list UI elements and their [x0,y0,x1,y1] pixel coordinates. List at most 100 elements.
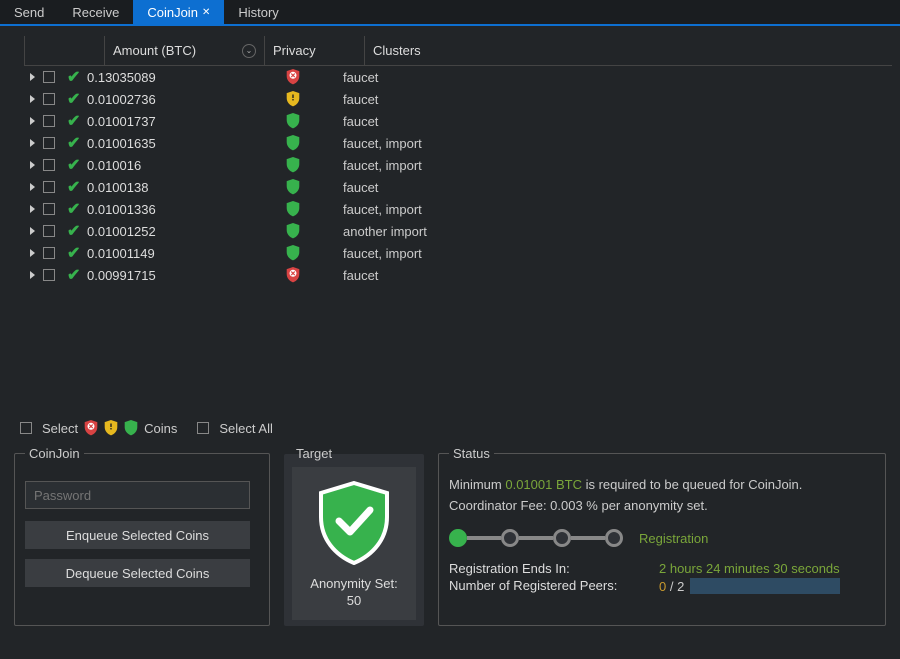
enqueue-button[interactable]: Enqueue Selected Coins [25,521,250,549]
row-checkbox[interactable] [43,203,55,215]
status-fee-line: Coordinator Fee: 0.003 % per anonymity s… [449,498,875,513]
check-icon: ✔ [67,221,87,241]
phase-dot-4 [605,529,623,547]
coinjoin-panel: CoinJoin Enqueue Selected Coins Dequeue … [14,446,270,626]
chevron-right-icon[interactable] [30,117,35,125]
chevron-right-icon[interactable] [30,95,35,103]
col-amount[interactable]: Amount (BTC) ⌄ [104,36,264,65]
row-clusters: faucet [343,92,892,107]
shield-green-icon [286,179,300,195]
shield-green-icon [286,223,300,239]
status-panel: Status Minimum 0.01001 BTC is required t… [438,446,886,626]
main-content: Amount (BTC) ⌄ Privacy Clusters ✔0.13035… [0,26,900,640]
chevron-right-icon[interactable] [30,183,35,191]
status-peers: Number of Registered Peers: 0 / 2 [449,578,875,594]
chevron-right-icon[interactable] [30,161,35,169]
row-checkbox[interactable] [43,181,55,193]
table-row[interactable]: ✔0.01002736faucet [24,88,892,110]
shield-yellow-icon[interactable] [104,420,118,436]
row-privacy [243,91,343,107]
row-clusters: faucet, import [343,158,892,173]
row-amount: 0.01001737 [87,114,243,129]
shield-red-icon [286,267,300,283]
close-icon[interactable]: ✕ [202,7,210,18]
status-ends-value: 2 hours 24 minutes 30 seconds [659,561,840,576]
table-row[interactable]: ✔0.00991715faucet [24,264,892,286]
tab-history[interactable]: History [224,0,292,24]
row-amount: 0.010016 [87,158,243,173]
row-privacy [243,267,343,283]
row-checkbox[interactable] [43,71,55,83]
check-icon: ✔ [67,67,87,87]
row-amount: 0.0100138 [87,180,243,195]
shield-green-icon [286,135,300,151]
row-clusters: faucet, import [343,246,892,261]
status-ends-label: Registration Ends In: [449,561,659,576]
row-clusters: faucet, import [343,202,892,217]
chevron-right-icon[interactable] [30,249,35,257]
table-row[interactable]: ✔0.010016 faucet, import [24,154,892,176]
shield-green-icon [286,113,300,129]
chevron-right-icon[interactable] [30,139,35,147]
filter-select-checkbox[interactable] [20,422,32,434]
shield-red-icon [286,69,300,85]
tab-coinjoin[interactable]: CoinJoin✕ [133,0,224,24]
tab-send[interactable]: Send [0,0,58,24]
row-amount: 0.01001635 [87,136,243,151]
chevron-right-icon[interactable] [30,227,35,235]
row-checkbox[interactable] [43,225,55,237]
chevron-right-icon[interactable] [30,271,35,279]
col-clusters-label: Clusters [373,43,421,58]
row-amount: 0.01001336 [87,202,243,217]
row-checkbox[interactable] [43,137,55,149]
row-clusters: faucet [343,70,892,85]
target-legend: Target [292,446,336,461]
chevron-right-icon[interactable] [30,205,35,213]
row-checkbox[interactable] [43,159,55,171]
table-row[interactable]: ✔0.01001737faucet [24,110,892,132]
table-row[interactable]: ✔0.01001149faucet, import [24,242,892,264]
row-amount: 0.00991715 [87,268,243,283]
filter-selectall-checkbox[interactable] [197,422,209,434]
row-checkbox[interactable] [43,93,55,105]
dequeue-button[interactable]: Dequeue Selected Coins [25,559,250,587]
status-peers-value: 0 / 2 [659,578,840,594]
tab-bar: Send Receive CoinJoin✕History [0,0,900,26]
phase-dot-1 [449,529,467,547]
table-row[interactable]: ✔0.01001252another import [24,220,892,242]
row-checkbox[interactable] [43,115,55,127]
check-icon: ✔ [67,155,87,175]
filter-select-label: Select [42,421,78,436]
table-row[interactable]: ✔0.01001336faucet, import [24,198,892,220]
col-clusters[interactable]: Clusters [364,36,892,65]
target-shield-wrap[interactable]: Anonymity Set: 50 [292,467,416,620]
password-input[interactable] [25,481,250,509]
row-clusters: faucet [343,180,892,195]
row-privacy [243,223,343,239]
row-checkbox[interactable] [43,269,55,281]
row-privacy [243,201,343,217]
table-row[interactable]: ✔0.13035089faucet [24,66,892,88]
chevron-right-icon[interactable] [30,73,35,81]
row-checkbox[interactable] [43,247,55,259]
tab-receive[interactable]: Receive [58,0,133,24]
table-row[interactable]: ✔0.01001635faucet, import [24,132,892,154]
col-privacy[interactable]: Privacy [264,36,364,65]
shield-green-icon [286,201,300,217]
row-privacy [243,69,343,85]
col-amount-label: Amount (BTC) [113,43,196,58]
row-clusters: another import [343,224,892,239]
table-row[interactable]: ✔0.0100138 faucet [24,176,892,198]
phase-label: Registration [639,531,708,546]
table-header: Amount (BTC) ⌄ Privacy Clusters [24,36,892,66]
shield-red-icon[interactable] [84,420,98,436]
check-icon: ✔ [67,177,87,197]
tab-label: Receive [72,5,119,20]
status-peers-label: Number of Registered Peers: [449,578,659,594]
shield-green-icon[interactable] [124,420,138,436]
progress-row: Registration [449,529,875,547]
row-privacy [243,157,343,173]
sort-indicator-icon: ⌄ [242,44,256,58]
shield-yellow-icon [286,91,300,107]
target-anon-label: Anonymity Set: 50 [310,576,397,610]
